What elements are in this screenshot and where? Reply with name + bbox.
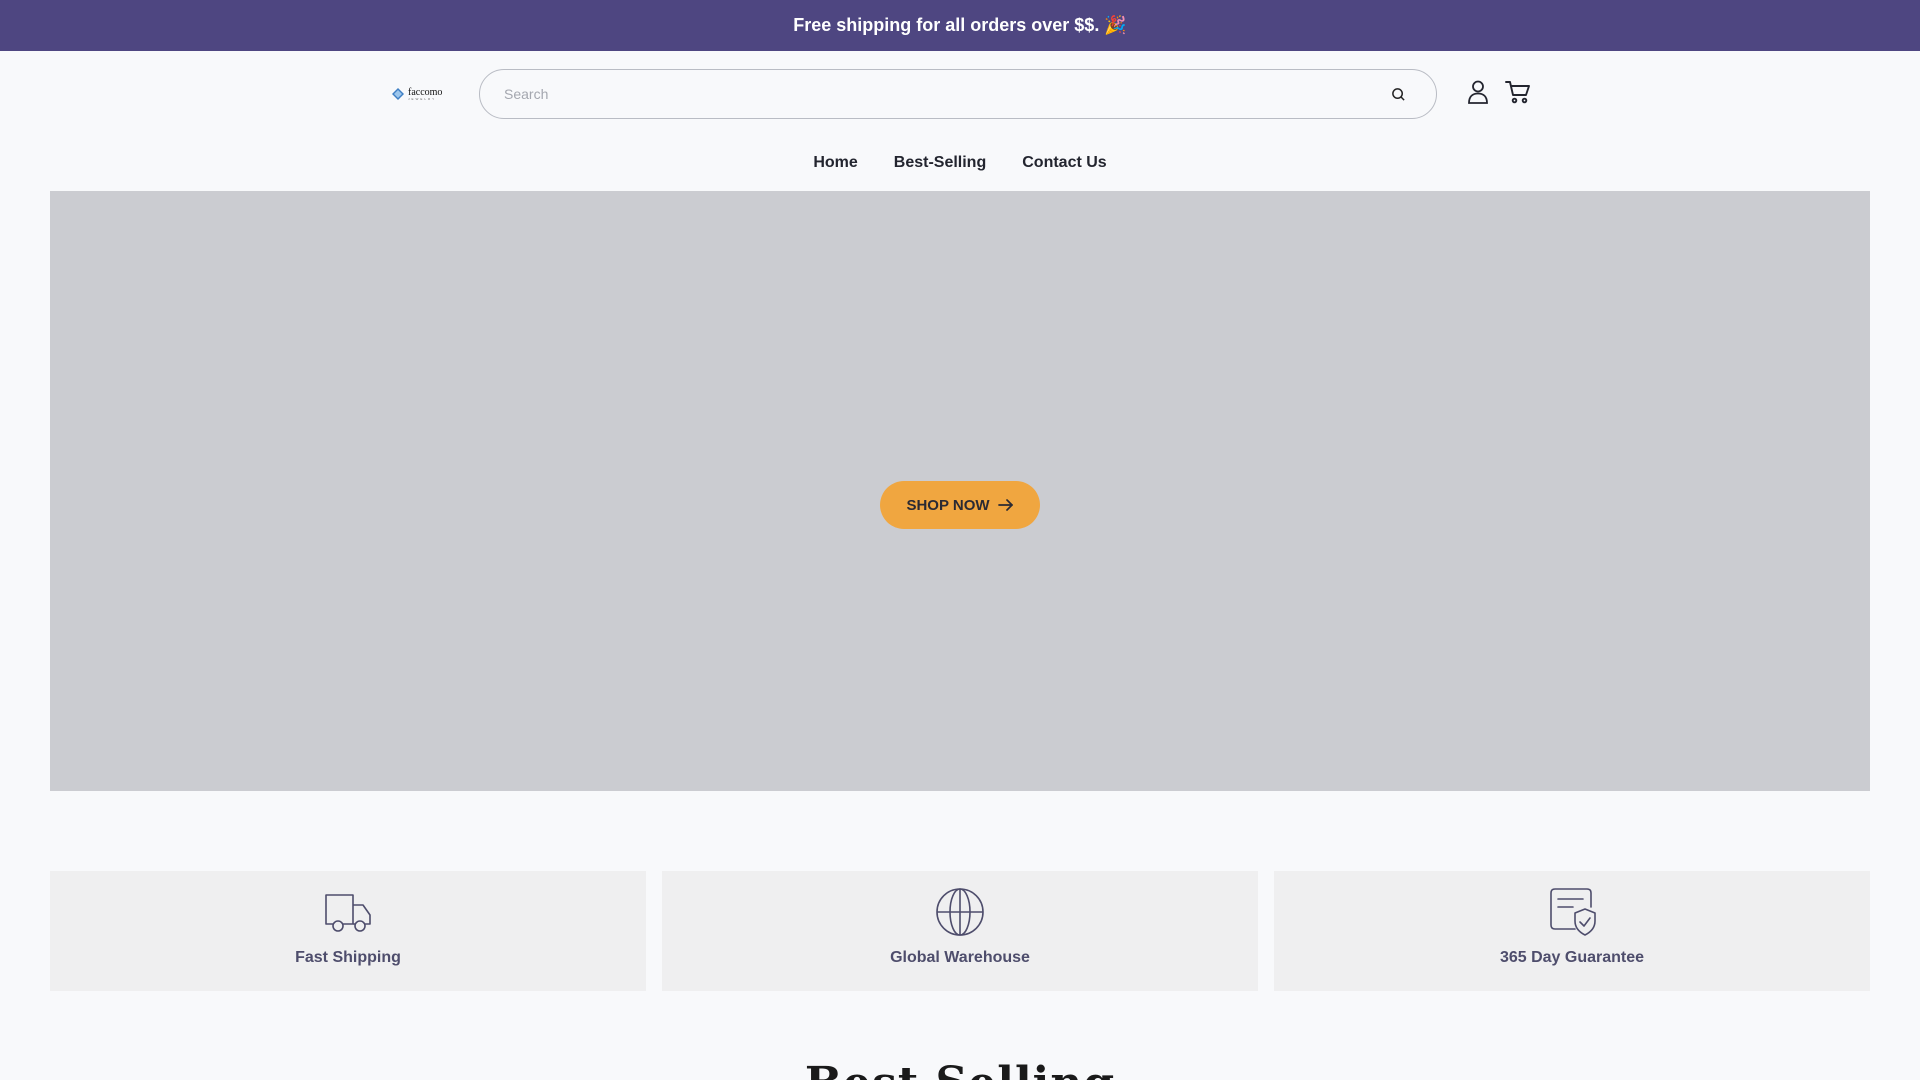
logo[interactable]: faccomo JEWELRY (391, 84, 442, 104)
search-bar (479, 69, 1437, 119)
brand-logo-icon (392, 88, 404, 100)
feature-label: 365 Day Guarantee (1499, 949, 1645, 966)
guarantee-shield-icon (1550, 888, 1596, 936)
search-icon[interactable] (1388, 84, 1408, 104)
nav-item-best-selling[interactable]: Best-Selling (894, 154, 986, 172)
arrow-right-icon (997, 499, 1013, 511)
hero-banner: SHOP NOW (50, 191, 1870, 791)
main-nav: Home Best-Selling Contact Us (0, 148, 1920, 178)
nav-item-home[interactable]: Home (813, 154, 857, 172)
shop-now-button[interactable]: SHOP NOW (880, 481, 1040, 529)
feature-strip: Fast Shipping Global Warehouse 365 Day G… (50, 871, 1870, 991)
shop-now-label: SHOP NOW (906, 496, 990, 514)
feature-card-shipping: Fast Shipping (50, 871, 646, 991)
feature-label: Fast Shipping (295, 949, 401, 966)
announcement-text: Free shipping for all orders over $$. 🎉 (793, 15, 1127, 35)
feature-card-warehouse: Global Warehouse (662, 871, 1258, 991)
logo-wordmark: faccomo (408, 86, 443, 98)
globe-icon (936, 888, 984, 936)
search-input[interactable] (504, 86, 1364, 102)
logo-tagline: JEWELRY (408, 96, 437, 101)
nav-item-contact-us[interactable]: Contact Us (1022, 154, 1106, 172)
truck-icon (325, 894, 371, 932)
cart-icon[interactable] (1505, 79, 1531, 105)
feature-label: Global Warehouse (890, 949, 1030, 966)
feature-card-guarantee: 365 Day Guarantee (1274, 871, 1870, 991)
site-header: faccomo JEWELRY (0, 51, 1920, 139)
best-selling-heading: Best Selling (0, 1058, 1920, 1080)
announcement-bar: Free shipping for all orders over $$. 🎉 (0, 0, 1920, 51)
user-icon[interactable] (1466, 79, 1490, 105)
